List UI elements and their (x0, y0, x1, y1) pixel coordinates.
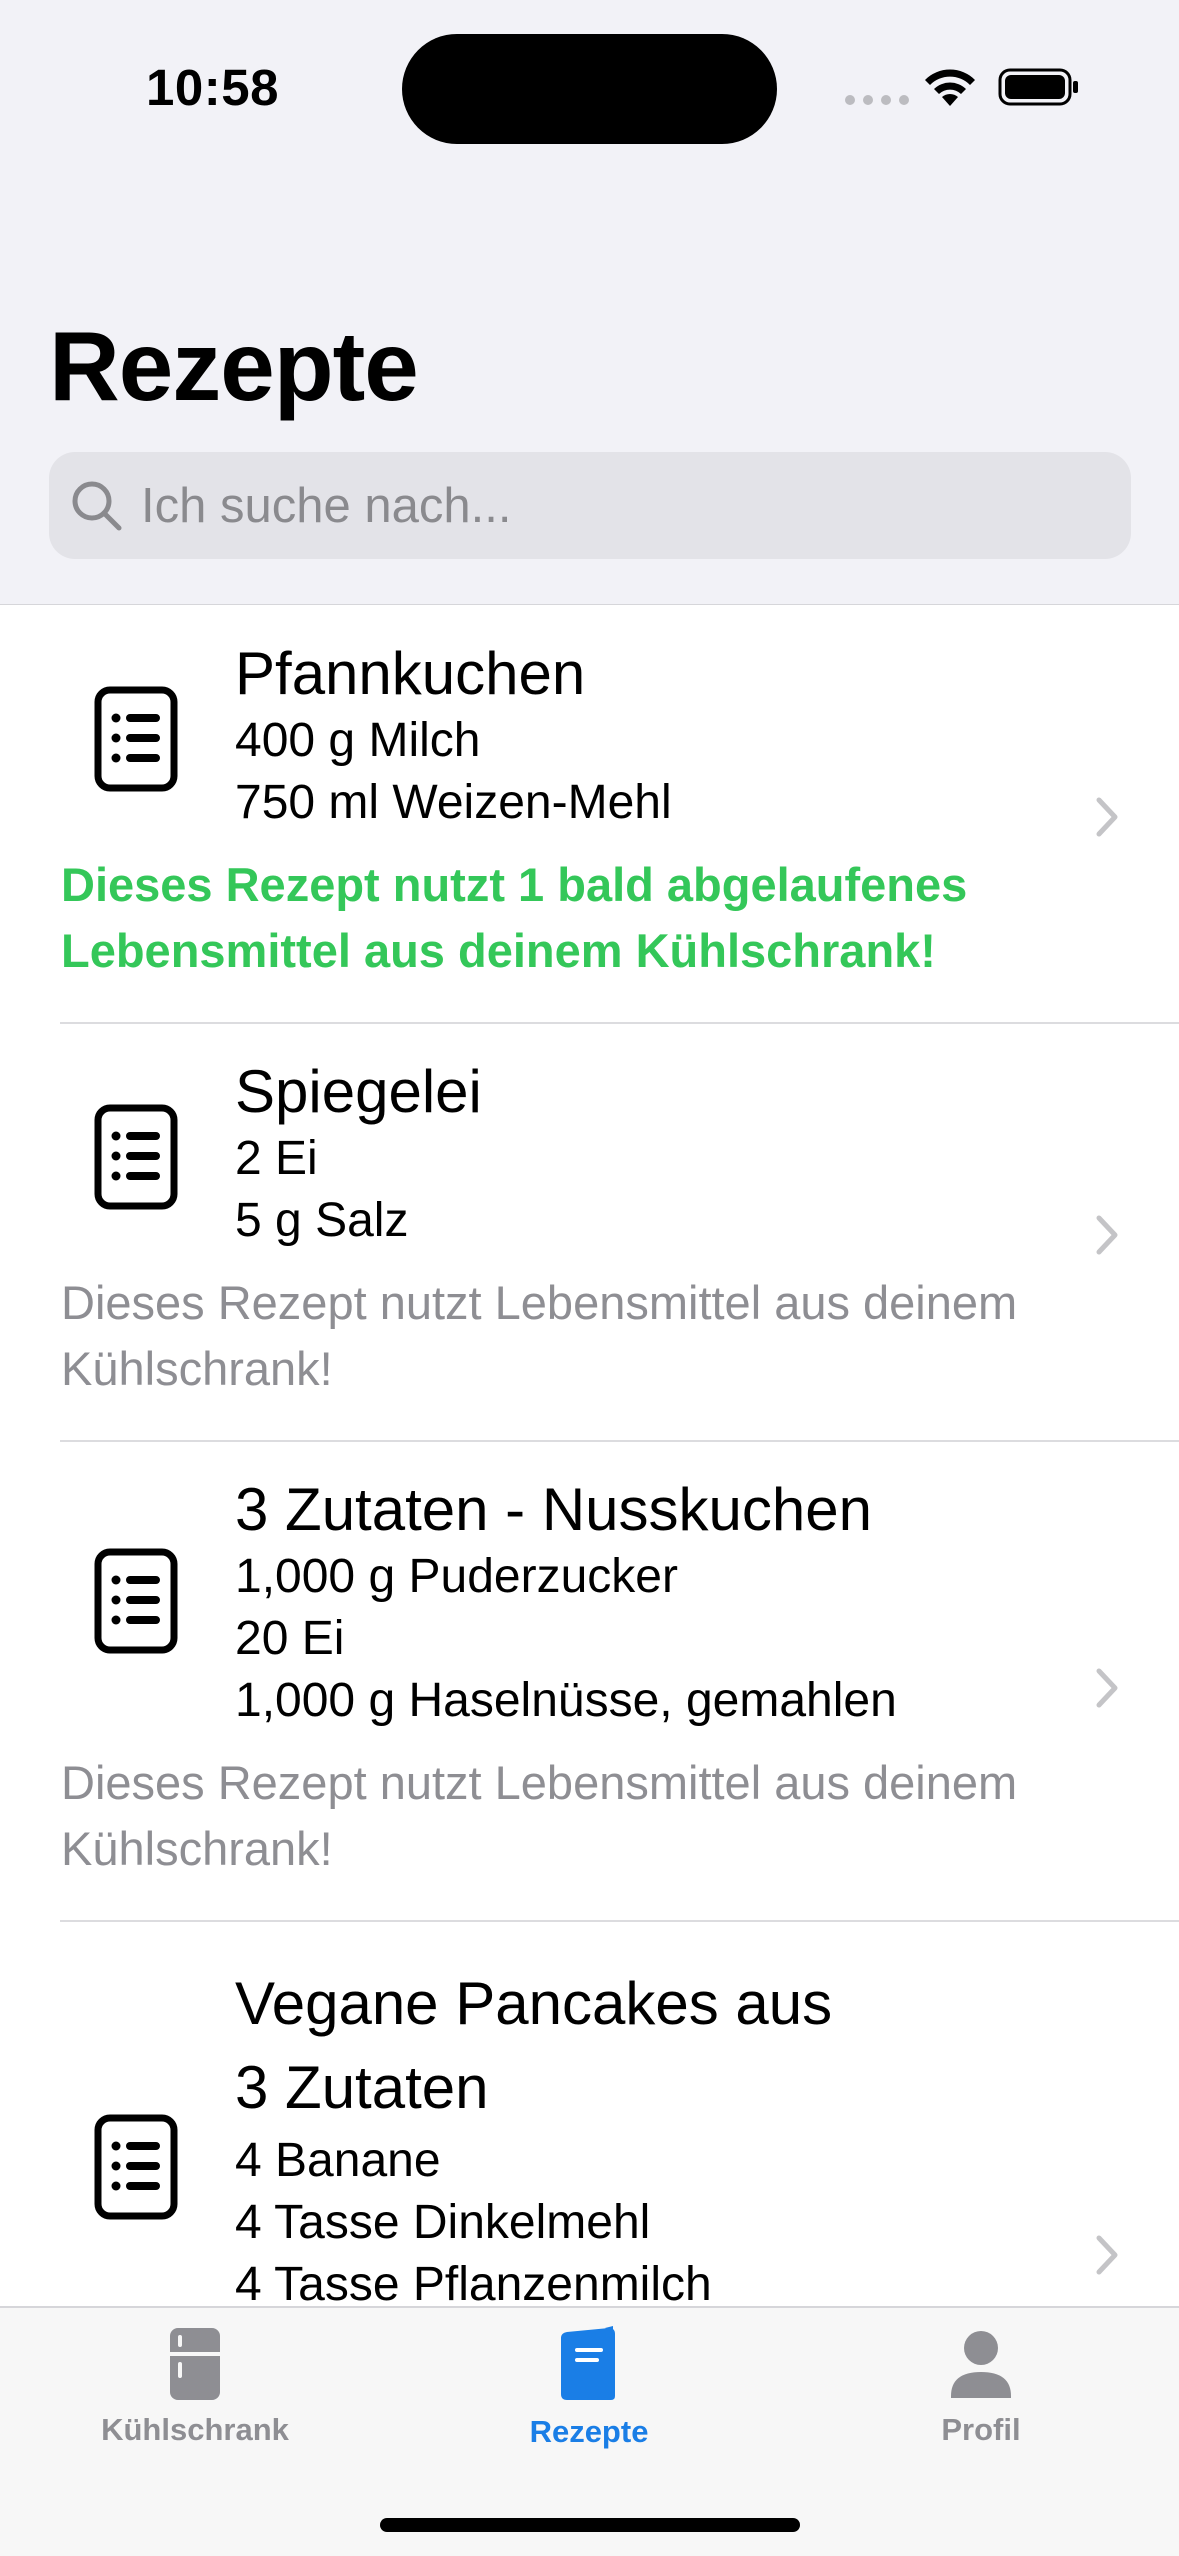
chevron-right-icon (1096, 1668, 1118, 1708)
recipe-list-icon (94, 2114, 178, 2220)
tab-kuehlschrank[interactable]: Kühlschrank (45, 2326, 345, 2448)
recipe-list-icon (94, 1104, 178, 1210)
ingredient: 1,000 g Haselnüsse, gemahlen (235, 1674, 897, 1727)
chevron-right-icon (1096, 1215, 1118, 1255)
status-time: 10:58 (146, 59, 279, 116)
recipe-row[interactable]: 3 Zutaten - Nusskuchen 1,000 g Puderzuck… (60, 1442, 1179, 1922)
recipe-row[interactable]: Spiegelei 2 Ei 5 g Salz Dieses Rezept nu… (60, 1024, 1179, 1442)
chevron-right-icon (1096, 797, 1118, 837)
recipe-row[interactable]: Pfannkuchen 400 g Milch 750 ml Weizen-Me… (60, 606, 1179, 1024)
recipe-list-icon (94, 1548, 178, 1654)
page-title: Rezepte (49, 311, 419, 421)
ingredient: 4 Banane (235, 2134, 441, 2187)
recipe-note: Dieses Rezept nutzt Lebensmittel aus dei… (61, 1276, 1018, 1395)
search-input[interactable] (141, 477, 1101, 534)
ingredient: 20 Ei (235, 1612, 345, 1665)
battery-icon (998, 68, 1078, 106)
recipe-title: Spiegelei (235, 1058, 482, 1125)
ingredient: 1,000 g Puderzucker (235, 1550, 678, 1603)
tab-rezepte[interactable]: Rezepte (439, 2326, 739, 2450)
recipe-title: 3 Zutaten - Nusskuchen (235, 1476, 873, 1543)
ingredient: 400 g Milch (235, 714, 481, 767)
recipe-title-line: 3 Zutaten (235, 2054, 489, 2121)
tab-label: Kühlschrank (101, 2412, 289, 2447)
recipe-note-expiring: Dieses Rezept nutzt 1 bald abgelaufenes … (61, 858, 968, 977)
recipe-row[interactable]: Vegane Pancakes aus 3 Zutaten 4 Banane 4… (60, 1922, 1179, 2322)
ingredient: 750 ml Weizen-Mehl (235, 776, 672, 829)
recipe-title: Pfannkuchen (235, 640, 586, 707)
fridge-icon (170, 2328, 220, 2400)
tab-label: Rezepte (529, 2414, 649, 2449)
search-bar[interactable] (49, 452, 1131, 559)
book-icon (561, 2326, 615, 2400)
recipe-list-icon (94, 686, 178, 792)
person-icon (951, 2331, 1011, 2398)
cellular-signal-icon (845, 95, 909, 105)
ingredient: 5 g Salz (235, 1194, 409, 1247)
recipe-title-line: Vegane Pancakes aus (235, 1970, 833, 2037)
ingredient: 4 Tasse Dinkelmehl (235, 2196, 651, 2249)
home-indicator[interactable] (380, 2518, 800, 2532)
dynamic-island (402, 34, 777, 144)
recipe-note: Dieses Rezept nutzt Lebensmittel aus dei… (61, 1756, 1018, 1875)
recipe-list: Pfannkuchen 400 g Milch 750 ml Weizen-Me… (0, 606, 1179, 2322)
tab-label: Profil (941, 2412, 1021, 2447)
wifi-icon (925, 69, 975, 106)
chevron-right-icon (1096, 2235, 1118, 2275)
search-icon (72, 481, 122, 530)
tab-profil[interactable]: Profil (831, 2326, 1131, 2448)
navigation-header: 10:58 Rezepte (0, 0, 1179, 605)
ingredient: 2 Ei (235, 1132, 318, 1185)
